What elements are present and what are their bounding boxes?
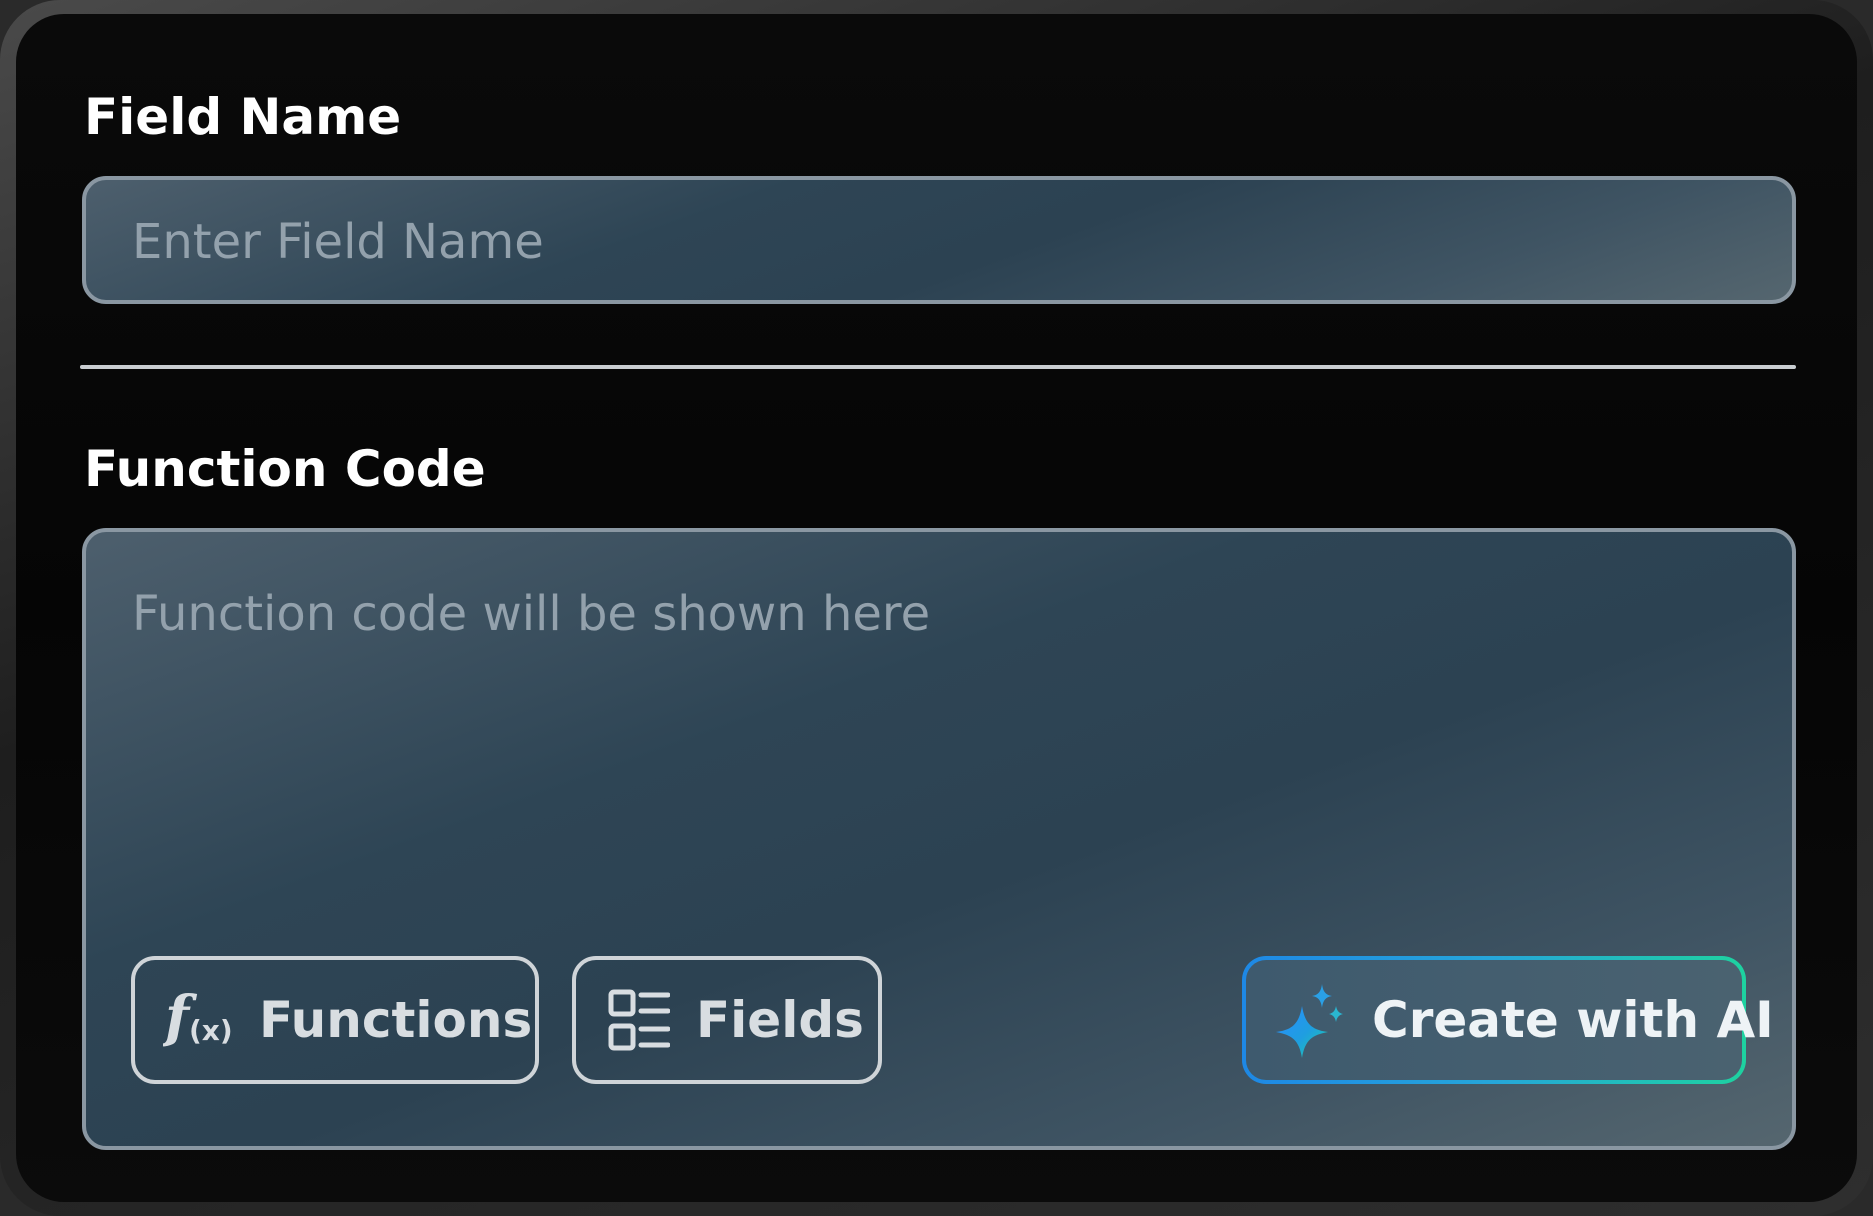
create-with-ai-button-label: Create with AI: [1372, 991, 1774, 1049]
functions-button-label: Functions: [259, 991, 533, 1049]
list-grid-icon: [608, 989, 670, 1051]
window-frame: Field Name Enter Field Name Function Cod…: [0, 0, 1873, 1216]
fields-button-label: Fields: [696, 991, 864, 1049]
svg-text:(x): (x): [189, 1014, 233, 1047]
field-editor-panel: Field Name Enter Field Name Function Cod…: [16, 14, 1857, 1202]
create-with-ai-button[interactable]: Create with AI: [1242, 956, 1774, 1084]
fields-button[interactable]: Fields: [572, 956, 882, 1084]
field-name-placeholder: Enter Field Name: [132, 214, 544, 270]
function-code-editor[interactable]: Function code will be shown here f (x) F…: [82, 528, 1796, 1150]
function-code-placeholder: Function code will be shown here: [132, 586, 931, 642]
function-fx-icon: f (x): [163, 988, 233, 1052]
field-name-input[interactable]: Enter Field Name: [82, 176, 1796, 304]
functions-button[interactable]: f (x) Functions: [131, 956, 539, 1084]
field-name-label: Field Name: [84, 88, 402, 146]
function-code-label: Function Code: [84, 440, 486, 498]
section-divider: [80, 365, 1796, 369]
sparkle-icon: [1272, 982, 1346, 1058]
